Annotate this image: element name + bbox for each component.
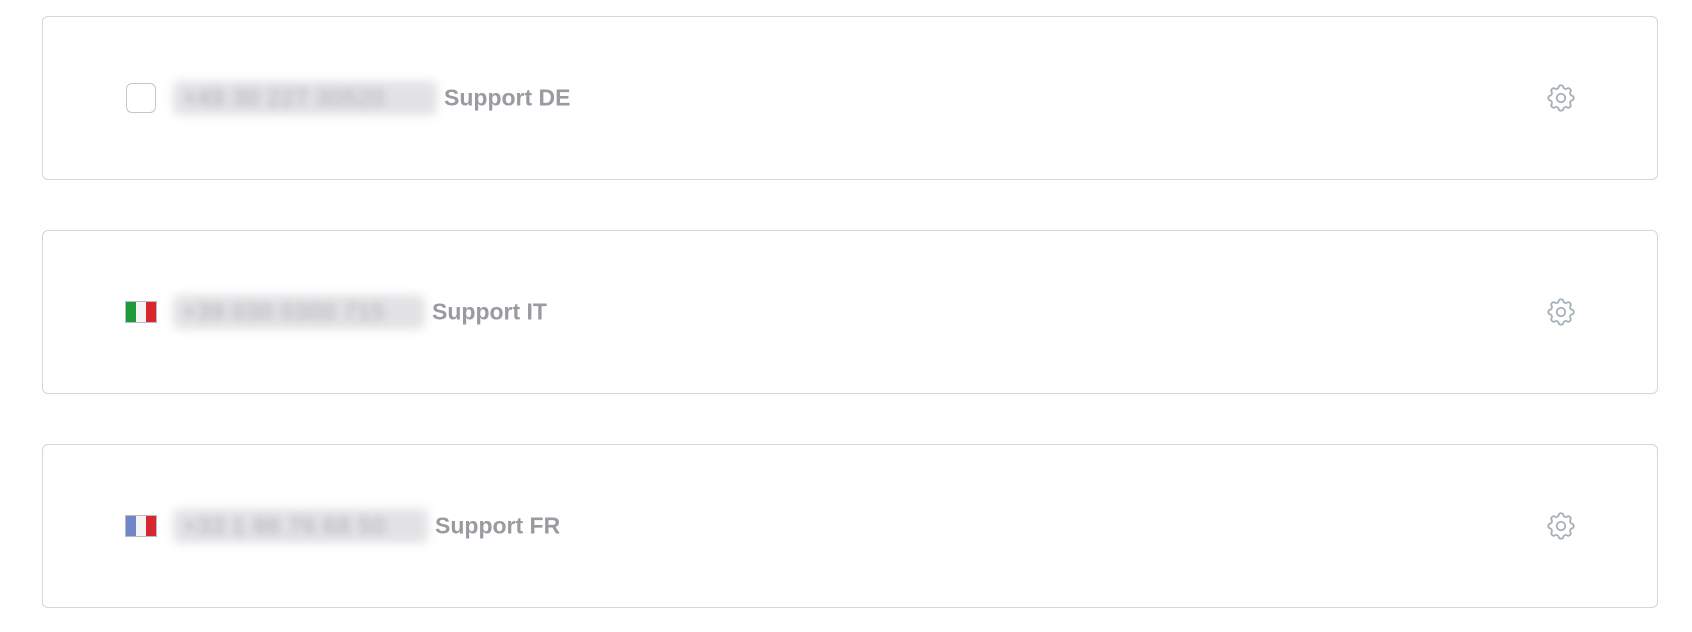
gear-icon	[1547, 298, 1575, 326]
settings-button[interactable]	[1543, 508, 1579, 544]
phone-number: +39 030 0300 715	[183, 298, 386, 325]
phone-line-card: +49 30 227 30520 Support DE	[42, 16, 1658, 180]
phone-number: +49 30 227 30520	[183, 84, 386, 111]
settings-button[interactable]	[1543, 80, 1579, 116]
phone-number: +33 1 86 76 68 50	[183, 512, 387, 539]
flag-wrapper	[124, 296, 158, 328]
select-checkbox[interactable]	[126, 83, 156, 113]
line-label: Support DE	[444, 84, 571, 111]
settings-button[interactable]	[1543, 294, 1579, 330]
phone-line-card: +33 1 86 76 68 50 Support FR	[42, 444, 1658, 608]
gear-icon	[1547, 84, 1575, 112]
gear-icon	[1547, 512, 1575, 540]
italy-flag-icon	[125, 301, 157, 323]
france-flag-icon	[125, 515, 157, 537]
select-checkbox-wrapper[interactable]	[124, 82, 158, 114]
flag-wrapper	[124, 510, 158, 542]
line-label: Support FR	[435, 512, 561, 539]
phone-line-card: +39 030 0300 715 Support IT	[42, 230, 1658, 394]
line-label: Support IT	[432, 298, 547, 325]
